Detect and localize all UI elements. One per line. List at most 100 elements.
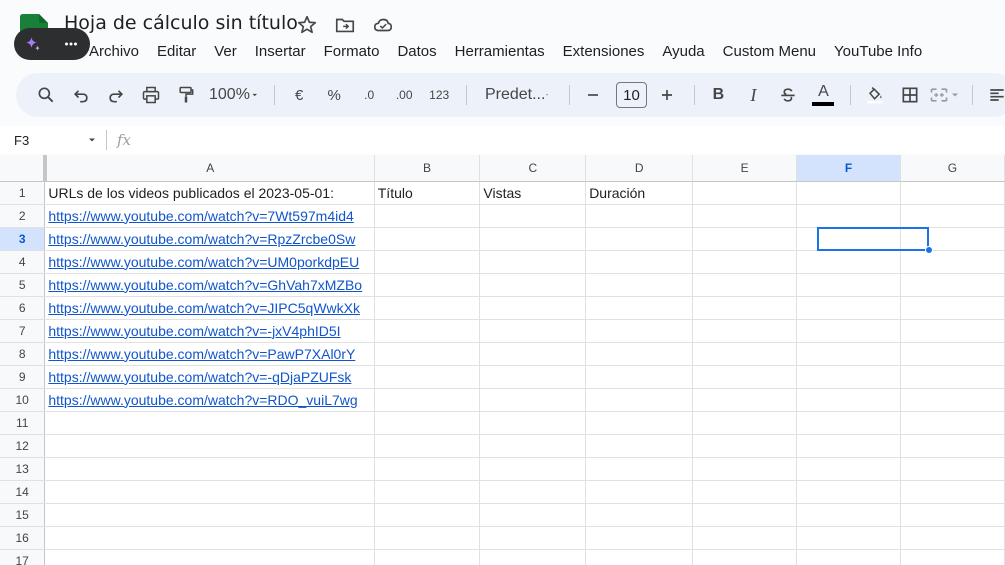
print-button[interactable] — [135, 79, 167, 111]
gemini-sparkle-icon[interactable] — [24, 35, 42, 53]
cell-g15[interactable] — [900, 503, 1005, 527]
cell-g11[interactable] — [900, 411, 1005, 435]
cell-b4[interactable] — [374, 250, 481, 274]
video-url-link[interactable]: https://www.youtube.com/watch?v=RDO_vuiL… — [48, 392, 357, 408]
fill-handle[interactable] — [925, 246, 933, 254]
cell-c14[interactable] — [479, 480, 587, 504]
row-header[interactable]: 9 — [0, 365, 46, 389]
cell-e8[interactable] — [692, 342, 798, 366]
row-header[interactable]: 6 — [0, 296, 46, 320]
cell-b7[interactable] — [374, 319, 481, 343]
cell-b3[interactable] — [374, 227, 481, 251]
more-options-icon[interactable] — [62, 35, 80, 53]
cell-b1[interactable]: Título — [374, 181, 481, 205]
column-header-b[interactable]: B — [374, 155, 481, 182]
bold-button[interactable]: B — [702, 79, 734, 111]
cell-c15[interactable] — [479, 503, 587, 527]
search-menus-button[interactable] — [30, 79, 62, 111]
cell-c16[interactable] — [479, 526, 587, 550]
cell-g3[interactable] — [900, 227, 1005, 251]
percent-format-button[interactable]: % — [318, 79, 350, 111]
row-header[interactable]: 10 — [0, 388, 46, 412]
cell-e10[interactable] — [692, 388, 798, 412]
cell-d2[interactable] — [585, 204, 694, 228]
cell-a9[interactable]: https://www.youtube.com/watch?v=-qDjaPZU… — [44, 365, 375, 389]
cell-g2[interactable] — [900, 204, 1005, 228]
font-select[interactable]: Predet... — [475, 79, 558, 111]
cell-a4[interactable]: https://www.youtube.com/watch?v=UM0porkd… — [44, 250, 375, 274]
cell-a17[interactable] — [44, 549, 375, 565]
row-header[interactable]: 7 — [0, 319, 46, 343]
cell-b2[interactable] — [374, 204, 481, 228]
currency-format-button[interactable]: € — [283, 79, 315, 111]
font-size-input[interactable]: 10 — [616, 82, 647, 108]
cell-g12[interactable] — [900, 434, 1005, 458]
menu-editar[interactable]: Editar — [148, 40, 205, 63]
cell-b8[interactable] — [374, 342, 481, 366]
increase-font-size-button[interactable] — [651, 79, 683, 111]
cell-g16[interactable] — [900, 526, 1005, 550]
cell-d5[interactable] — [585, 273, 694, 297]
cell-a5[interactable]: https://www.youtube.com/watch?v=GhVah7xM… — [44, 273, 375, 297]
cell-d14[interactable] — [585, 480, 694, 504]
row-header[interactable]: 1 — [0, 181, 46, 205]
row-header[interactable]: 17 — [0, 549, 46, 565]
cell-a8[interactable]: https://www.youtube.com/watch?v=PawP7XAl… — [44, 342, 375, 366]
menu-archivo[interactable]: Archivo — [80, 40, 148, 63]
cell-f6[interactable] — [796, 296, 901, 320]
cell-c4[interactable] — [479, 250, 587, 274]
column-header-d[interactable]: D — [585, 155, 694, 182]
cell-g14[interactable] — [900, 480, 1005, 504]
cell-d13[interactable] — [585, 457, 694, 481]
gemini-pill[interactable] — [14, 28, 90, 60]
cell-b5[interactable] — [374, 273, 481, 297]
text-color-button[interactable]: A — [807, 79, 839, 111]
cell-e6[interactable] — [692, 296, 798, 320]
cell-g1[interactable] — [900, 181, 1005, 205]
redo-button[interactable] — [100, 79, 132, 111]
cell-a2[interactable]: https://www.youtube.com/watch?v=7Wt597m4… — [44, 204, 375, 228]
cell-a14[interactable] — [44, 480, 375, 504]
cell-a1[interactable]: URLs de los videos publicados el 2023-05… — [44, 181, 375, 205]
decrease-decimals-button[interactable]: .0 — [353, 79, 385, 111]
cloud-saved-icon[interactable] — [372, 14, 394, 36]
cell-g10[interactable] — [900, 388, 1005, 412]
cell-c9[interactable] — [479, 365, 587, 389]
name-box[interactable]: F3 — [0, 133, 106, 148]
cell-b6[interactable] — [374, 296, 481, 320]
increase-decimals-button[interactable]: .00 — [388, 79, 420, 111]
cell-b16[interactable] — [374, 526, 481, 550]
cell-f16[interactable] — [796, 526, 901, 550]
menu-herramientas[interactable]: Herramientas — [446, 40, 554, 63]
cell-d10[interactable] — [585, 388, 694, 412]
cell-b12[interactable] — [374, 434, 481, 458]
cell-d4[interactable] — [585, 250, 694, 274]
cell-e17[interactable] — [692, 549, 798, 565]
cell-f1[interactable] — [796, 181, 901, 205]
cell-e7[interactable] — [692, 319, 798, 343]
row-header[interactable]: 15 — [0, 503, 46, 527]
column-header-f[interactable]: F — [796, 155, 901, 182]
cell-d11[interactable] — [585, 411, 694, 435]
cell-a6[interactable]: https://www.youtube.com/watch?v=JIPC5qWw… — [44, 296, 375, 320]
cell-f8[interactable] — [796, 342, 901, 366]
cell-b13[interactable] — [374, 457, 481, 481]
cell-d6[interactable] — [585, 296, 694, 320]
cell-e15[interactable] — [692, 503, 798, 527]
cell-g4[interactable] — [900, 250, 1005, 274]
menu-youtube-info[interactable]: YouTube Info — [825, 40, 931, 63]
cell-d12[interactable] — [585, 434, 694, 458]
column-header-g[interactable]: G — [900, 155, 1005, 182]
italic-button[interactable]: I — [737, 79, 769, 111]
cell-g17[interactable] — [900, 549, 1005, 565]
cell-e3[interactable] — [692, 227, 798, 251]
column-header-c[interactable]: C — [479, 155, 587, 182]
row-header[interactable]: 13 — [0, 457, 46, 481]
cell-g7[interactable] — [900, 319, 1005, 343]
row-header[interactable]: 5 — [0, 273, 46, 297]
cell-f13[interactable] — [796, 457, 901, 481]
cell-e12[interactable] — [692, 434, 798, 458]
cell-f3[interactable] — [796, 227, 901, 251]
cell-c1[interactable]: Vistas — [479, 181, 587, 205]
cell-f14[interactable] — [796, 480, 901, 504]
